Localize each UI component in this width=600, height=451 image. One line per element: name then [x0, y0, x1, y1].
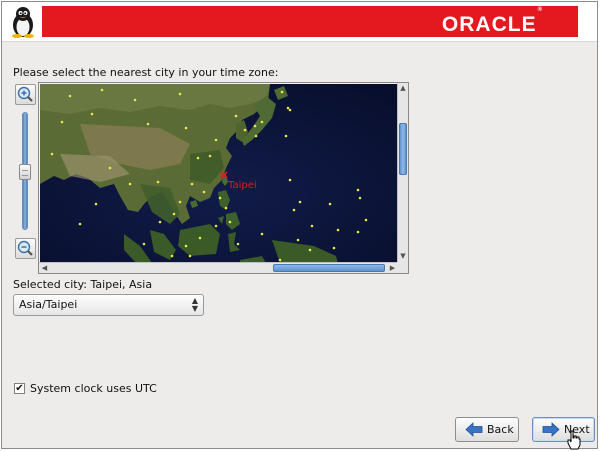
zoom-out-button[interactable]	[15, 238, 36, 259]
header-banner: ORACLE®	[2, 2, 597, 42]
chevron-up-down-icon: ▲ ▼	[191, 296, 198, 313]
arrow-left-icon	[465, 422, 483, 437]
zoom-out-icon	[17, 240, 33, 256]
installer-window: ORACLE® Please select the nearest city i…	[1, 1, 598, 450]
zoom-slider-handle[interactable]	[19, 164, 31, 180]
map-horizontal-scrollbar[interactable]: ◀ ▶	[39, 262, 398, 273]
map-vertical-scroll-thumb[interactable]	[399, 123, 407, 175]
zoom-in-icon	[17, 86, 33, 102]
timezone-map[interactable]: Taipei	[40, 84, 398, 263]
back-button[interactable]: Back	[455, 417, 519, 442]
checkmark-icon: ✔	[15, 383, 24, 394]
utc-checkbox-label[interactable]: System clock uses UTC	[30, 382, 157, 395]
arrow-right-icon	[542, 422, 560, 437]
next-button[interactable]: Next	[532, 417, 595, 442]
timezone-select-value: Asia/Taipei	[19, 298, 78, 311]
timezone-select[interactable]: Asia/Taipei ▲ ▼	[13, 294, 204, 316]
oracle-logo: ORACLE®	[441, 7, 543, 37]
hand-cursor-icon	[567, 430, 581, 450]
scroll-right-icon[interactable]: ▶	[388, 264, 397, 273]
tux-penguin-icon	[12, 7, 34, 38]
zoom-in-button[interactable]	[15, 84, 36, 105]
utc-checkbox[interactable]: ✔	[14, 383, 25, 394]
back-button-label: Back	[487, 423, 514, 436]
registered-mark: ®	[537, 7, 543, 13]
map-horizontal-scroll-thumb[interactable]	[273, 264, 385, 272]
scroll-up-icon[interactable]: ▲	[398, 84, 408, 93]
timezone-map-frame: Taipei ▲ ▼ ◀ ▶	[38, 82, 409, 274]
map-vertical-scrollbar[interactable]: ▲ ▼	[397, 83, 408, 262]
scroll-down-icon[interactable]: ▼	[398, 252, 408, 261]
timezone-prompt: Please select the nearest city in your t…	[13, 66, 279, 79]
selected-city-label: Selected city: Taipei, Asia	[13, 278, 153, 291]
scroll-left-icon[interactable]: ◀	[40, 264, 49, 273]
map-city-label: Taipei	[227, 180, 257, 191]
scroll-corner	[397, 262, 408, 273]
oracle-logo-text: ORACLE	[441, 13, 537, 36]
